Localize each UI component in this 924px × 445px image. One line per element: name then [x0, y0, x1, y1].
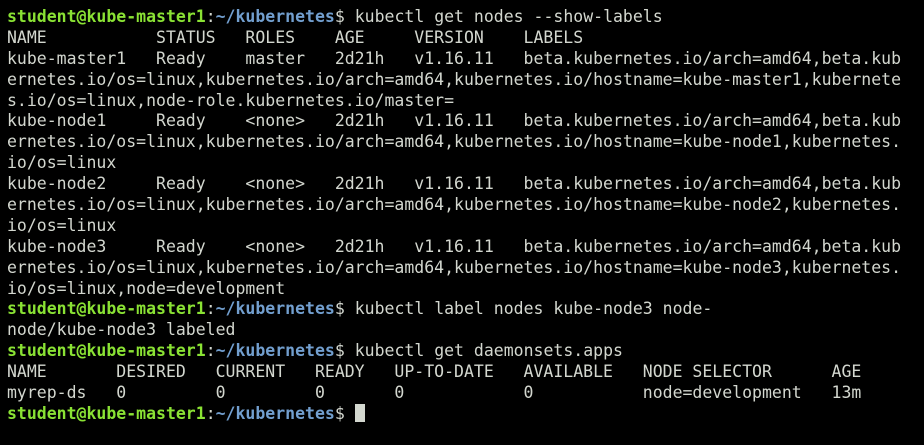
output-line: ernetes.io/os=linux,kubernetes.io/arch=a… — [7, 195, 902, 215]
prompt-user-host: student@kube-master1 — [7, 299, 206, 319]
output-line: kube-master1 Ready master 2d21h v1.16.11… — [7, 48, 902, 68]
terminal-window[interactable]: student@kube-master1:~/kubernetes$ kubec… — [0, 0, 924, 445]
prompt-separator: : — [205, 341, 216, 361]
prompt-user-host: student@kube-master1 — [7, 341, 206, 361]
output-line: ernetes.io/os=linux,kubernetes.io/arch=a… — [7, 69, 902, 89]
prompt-symbol: $ — [334, 341, 355, 361]
prompt-user-host: student@kube-master1 — [7, 403, 206, 423]
terminal-cursor[interactable] — [354, 403, 365, 422]
output-line: io/os=linux,node=development — [7, 278, 286, 298]
prompt-path: ~/kubernetes — [215, 341, 335, 361]
terminal-output: student@kube-master1:~/kubernetes$ kubec… — [7, 7, 924, 425]
output-line: io/os=linux — [7, 215, 117, 235]
output-line: NAME DESIRED CURRENT READY UP-TO-DATE AV… — [7, 362, 862, 382]
output-line: NAME STATUS ROLES AGE VERSION LABELS — [7, 27, 584, 47]
prompt-separator: : — [205, 403, 216, 423]
prompt-path: ~/kubernetes — [215, 299, 335, 319]
output-line: ernetes.io/os=linux,kubernetes.io/arch=a… — [7, 257, 902, 277]
prompt-user-host: student@kube-master1 — [7, 7, 206, 26]
command-text: kubectl get daemonsets.apps — [354, 341, 623, 361]
prompt-line: student@kube-master1:~/kubernetes$ kubec… — [7, 7, 924, 28]
output-line: kube-node3 Ready <none> 2d21h v1.16.11 b… — [7, 236, 902, 256]
output-line: myrep-ds 0 0 0 0 0 node=development 13m — [7, 383, 862, 403]
prompt-separator: : — [205, 299, 216, 319]
output-line: kube-node1 Ready <none> 2d21h v1.16.11 b… — [7, 111, 902, 131]
command-text: kubectl label nodes kube-node3 node- — [354, 299, 713, 319]
output-line: kube-node2 Ready <none> 2d21h v1.16.11 b… — [7, 174, 902, 194]
prompt-line: student@kube-master1:~/kubernetes$ kubec… — [7, 299, 924, 320]
prompt-line: student@kube-master1:~/kubernetes$ kubec… — [7, 341, 924, 362]
output-line: s.io/os=linux,node-role.kubernetes.io/ma… — [7, 90, 455, 110]
output-line: io/os=linux — [7, 153, 117, 173]
command-text: kubectl get nodes --show-labels — [354, 7, 663, 26]
prompt-path: ~/kubernetes — [215, 7, 335, 26]
output-line: ernetes.io/os=linux,kubernetes.io/arch=a… — [7, 132, 902, 152]
prompt-line: student@kube-master1:~/kubernetes$ — [7, 403, 924, 425]
prompt-symbol: $ — [334, 403, 355, 423]
prompt-symbol: $ — [334, 299, 355, 319]
prompt-path: ~/kubernetes — [215, 403, 335, 423]
prompt-separator: : — [205, 7, 216, 26]
prompt-symbol: $ — [334, 7, 355, 26]
output-line: node/kube-node3 labeled — [7, 320, 236, 340]
